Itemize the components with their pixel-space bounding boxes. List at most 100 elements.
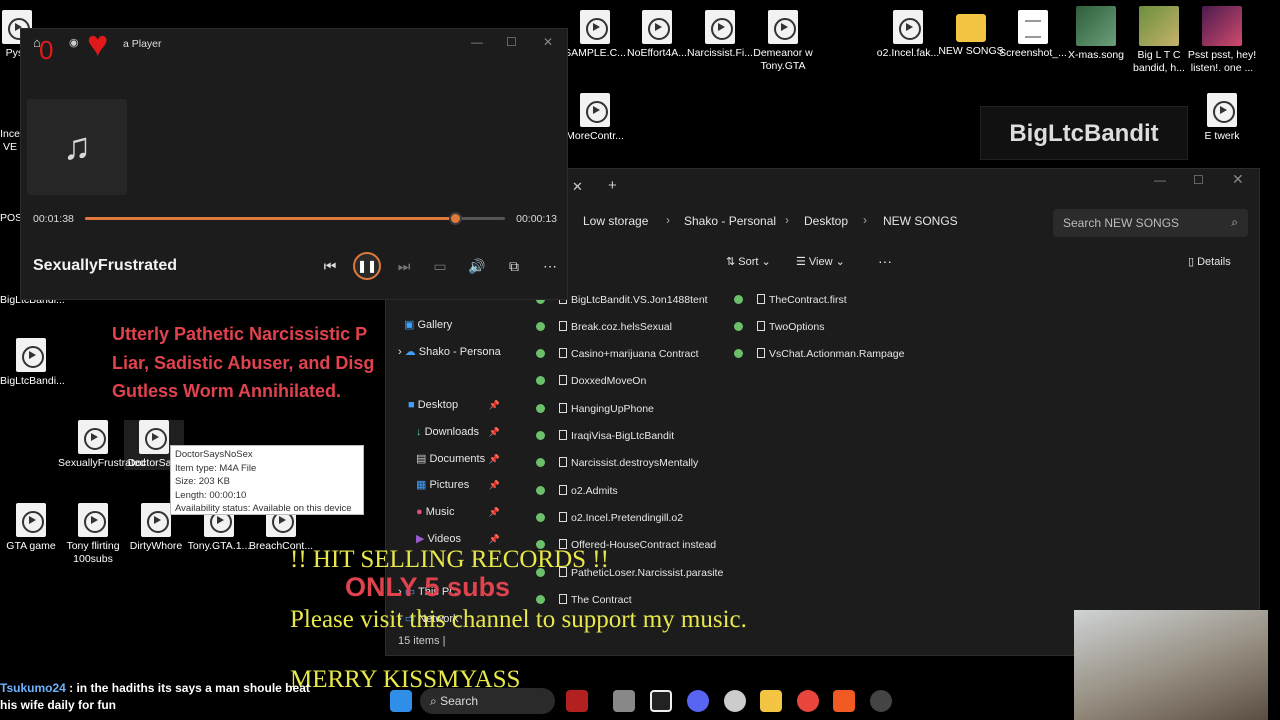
album-art-icon xyxy=(1076,6,1116,46)
file-icon xyxy=(559,403,567,413)
nav-item-documents[interactable]: ▤ Documents 📌 xyxy=(416,449,508,469)
desktop-icon[interactable]: Ince VE xyxy=(0,128,20,154)
desktop-icon[interactable]: SAMPLE.C... xyxy=(560,10,630,60)
nav-item-downloads[interactable]: ↓ Downloads 📌 xyxy=(416,422,508,442)
subtitles-icon[interactable]: ▭ xyxy=(427,255,453,277)
chrome-icon[interactable] xyxy=(797,690,819,712)
desktop-icon[interactable]: MoreContr... xyxy=(560,93,630,143)
desktop-icon[interactable]: BigLtcBandi... xyxy=(0,338,65,388)
more-icon[interactable]: ⋯ xyxy=(537,255,563,277)
red-overlay-line: Gutless Worm Annihilated. xyxy=(112,381,342,401)
file-icon xyxy=(757,348,765,358)
capcut-icon[interactable] xyxy=(650,690,672,712)
seek-track[interactable] xyxy=(85,212,505,225)
desktop-icon[interactable]: E twerk xyxy=(1187,93,1257,143)
image-file-icon xyxy=(1018,10,1048,44)
heart-count: 0 xyxy=(39,35,54,65)
close-icon[interactable]: ✕ xyxy=(543,35,553,49)
miniplayer-icon[interactable]: ⧉ xyxy=(501,255,527,277)
nav-item-gallery[interactable]: ▣ Gallery xyxy=(404,315,452,335)
desktop-icon[interactable]: o2.Incel.fak... xyxy=(873,10,943,60)
media-player-window: ⌂ ◉ ♥ 0 a Player — ☐ ✕ ♫ 00:01:38 00:00:… xyxy=(20,23,568,300)
file-icon xyxy=(559,321,567,331)
desktop-icon[interactable]: NEW SONGS xyxy=(936,10,1006,58)
media-player-icon[interactable] xyxy=(870,690,892,712)
sync-status-icon xyxy=(536,404,545,413)
minimize-icon[interactable]: — xyxy=(1154,173,1166,187)
file-item[interactable]: DoxxedMoveOn xyxy=(536,373,646,389)
breadcrumb-item[interactable]: Desktop xyxy=(804,214,848,228)
desktop-icon[interactable]: POS xyxy=(0,212,22,225)
file-item[interactable]: o2.Admits xyxy=(536,483,618,499)
tooltip-size: Size: 203 KB xyxy=(175,476,230,487)
file-item[interactable]: IraqiVisa-BigLtcBandit xyxy=(536,428,674,444)
windows-start-icon[interactable] xyxy=(390,690,412,712)
more-options-button[interactable]: ··· xyxy=(878,253,892,269)
breadcrumb-item[interactable]: Shako - Personal xyxy=(684,214,776,228)
file-icon xyxy=(559,512,567,522)
obs-icon[interactable] xyxy=(724,690,746,712)
nav-item-pictures[interactable]: ▦ Pictures 📌 xyxy=(416,475,508,495)
file-item[interactable]: TheContract.first xyxy=(734,292,847,308)
maximize-icon[interactable]: ☐ xyxy=(1193,173,1204,187)
search-input[interactable]: Search NEW SONGS ⌕ xyxy=(1053,209,1248,237)
desktop-icon[interactable]: Psst psst, hey! listen!. one ... xyxy=(1187,6,1257,75)
files-icon[interactable] xyxy=(613,690,635,712)
pin-icon: 📌 xyxy=(488,454,500,464)
desktop-icon[interactable]: Demeanor w Tony.GTA xyxy=(748,10,818,73)
brave-icon[interactable] xyxy=(833,690,855,712)
file-item[interactable]: Break.coz.helsSexual xyxy=(536,319,672,335)
file-item[interactable]: Casino+marijuana Contract xyxy=(536,346,699,362)
previous-icon[interactable]: ⏮ xyxy=(317,255,343,277)
discord-icon[interactable] xyxy=(687,690,709,712)
desktop-icon[interactable]: GTA game xyxy=(0,503,66,553)
file-item[interactable]: Narcissist.destroysMentally xyxy=(536,455,698,471)
seek-bar[interactable]: 00:01:38 00:00:13 xyxy=(33,211,557,225)
desktop-icon[interactable]: Tony flirting 100subs xyxy=(58,503,128,566)
chevron-right-icon: › xyxy=(666,213,670,227)
volume-icon[interactable]: 🔊 xyxy=(464,255,490,277)
sync-status-icon xyxy=(536,458,545,467)
new-tab-icon[interactable]: + xyxy=(608,177,617,194)
desktop-icon[interactable]: Big L T C bandid, h... xyxy=(1124,6,1194,75)
app-icon[interactable] xyxy=(566,690,588,712)
audio-file-icon xyxy=(16,503,46,537)
view-button[interactable]: ☰ View ⌄ xyxy=(796,255,845,268)
file-item[interactable]: o2.Incel.Pretendingill.o2 xyxy=(536,510,683,526)
audio-file-icon xyxy=(78,420,108,454)
file-icon xyxy=(757,294,765,304)
file-item[interactable]: VsChat.Actionman.Rampage xyxy=(734,346,904,362)
sync-status-icon xyxy=(536,376,545,385)
app-title: a Player xyxy=(123,38,162,50)
next-icon[interactable]: ⏭ xyxy=(391,255,417,277)
desktop-icon[interactable]: SexuallyFrustrated xyxy=(58,420,146,470)
music-icon: ● xyxy=(416,506,423,518)
taskbar-search[interactable]: ⌕ Search xyxy=(420,688,555,714)
search-icon: ⌕ xyxy=(1231,215,1238,229)
minimize-icon[interactable]: — xyxy=(471,35,483,49)
desktop-icon[interactable]: Narcissist.Fi... xyxy=(685,10,755,60)
nav-item-desktop[interactable]: ■ Desktop 📌 xyxy=(408,395,508,415)
pause-button[interactable]: ❚❚ xyxy=(353,252,381,280)
audio-file-icon xyxy=(16,338,46,372)
close-icon[interactable]: ✕ xyxy=(1232,171,1244,188)
file-explorer-icon[interactable] xyxy=(760,690,782,712)
breadcrumb-item[interactable]: Low storage xyxy=(583,214,648,228)
details-button[interactable]: ▯ Details xyxy=(1188,255,1231,268)
tooltip-availability: Availability status: Available on this d… xyxy=(175,503,352,514)
nav-item-music[interactable]: ● Music 📌 xyxy=(416,502,508,522)
breadcrumb-item[interactable]: NEW SONGS xyxy=(883,214,958,228)
chevron-right-icon: › xyxy=(785,213,789,227)
seek-thumb[interactable] xyxy=(448,212,462,225)
sync-status-icon xyxy=(734,322,743,331)
file-item[interactable]: HangingUpPhone xyxy=(536,401,654,417)
maximize-icon[interactable]: ☐ xyxy=(506,35,517,49)
desktop-icon[interactable]: Screenshot_... xyxy=(998,10,1068,60)
desktop-icon[interactable]: NoEffort4A... xyxy=(622,10,692,60)
nav-item-onedrive[interactable]: › ☁ Shako - Persona xyxy=(398,342,501,362)
pin-icon: 📌 xyxy=(488,427,500,437)
sort-button[interactable]: ⇅ Sort ⌄ xyxy=(726,255,771,268)
desktop-icon[interactable]: X-mas.song xyxy=(1061,6,1131,62)
file-item[interactable]: TwoOptions xyxy=(734,319,824,335)
close-tab-icon[interactable]: ✕ xyxy=(572,179,583,195)
